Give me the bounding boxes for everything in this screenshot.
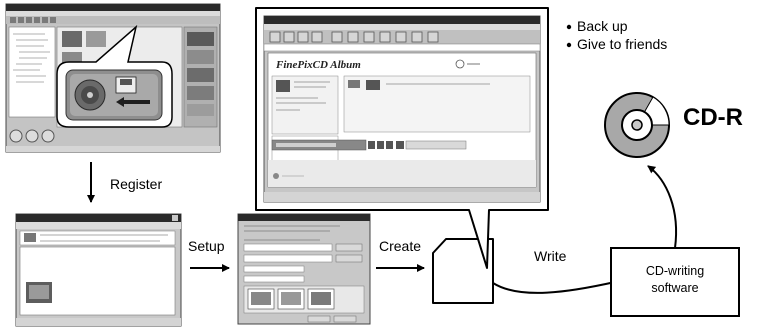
setup-dialog-screenshot (237, 213, 371, 325)
main-app-screenshot (5, 3, 221, 153)
cd-r-disc-icon (604, 92, 670, 158)
software-box-text: CD-writing software (611, 263, 739, 297)
bullet-dot (566, 42, 572, 48)
write-connector (492, 281, 616, 294)
bullet-give-to-friends: Give to friends (577, 36, 668, 52)
bullet-dot (566, 24, 572, 30)
bullet-back-up: Back up (577, 18, 628, 34)
album-maker-screenshot (15, 213, 182, 327)
cd-r-label: CD-R (683, 104, 743, 131)
register-label: Register (110, 176, 163, 192)
software-box-line-2: software (651, 281, 699, 295)
setup-label: Setup (188, 238, 225, 254)
software-box-line-1: CD-writing (645, 264, 705, 278)
burn-arrow (647, 165, 677, 249)
write-label: Write (534, 248, 567, 264)
create-label: Create (379, 238, 422, 254)
app-logo-text: FinePixCD Album (275, 59, 361, 71)
